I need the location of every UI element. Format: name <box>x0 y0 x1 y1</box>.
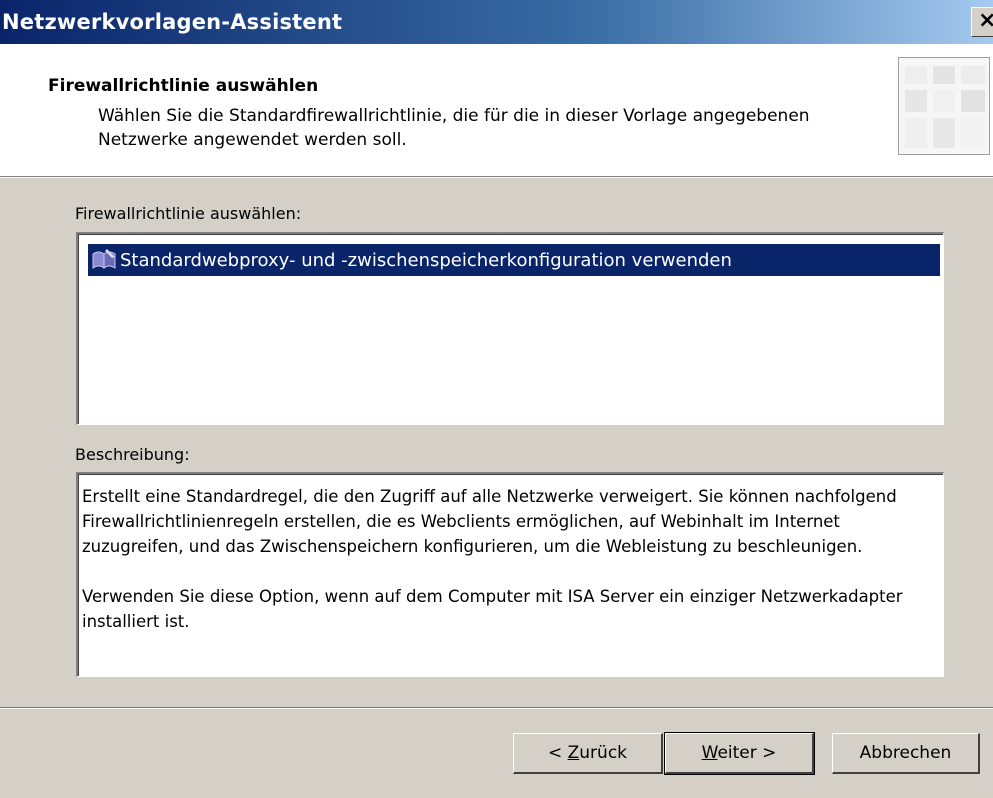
next-button-mnemonic: W <box>701 742 718 763</box>
description-paragraph-1: Erstellt eine Standardregel, die den Zug… <box>82 487 897 556</box>
wizard-header-graphic <box>898 57 990 155</box>
header-divider <box>0 177 993 178</box>
description-text-box: Erstellt eine Standardregel, die den Zug… <box>76 472 944 677</box>
next-button[interactable]: Weiter > <box>664 732 815 775</box>
back-button-label: urück <box>579 742 628 763</box>
list-item-label: Standardwebproxy- und -zwischenspeicherk… <box>120 249 732 271</box>
back-button-prefix: < <box>547 742 568 763</box>
wizard-header: Firewallrichtlinie auswählen Wählen Sie … <box>0 44 993 177</box>
page-subtitle: Wählen Sie die Standardfirewallrichtlini… <box>98 106 810 150</box>
close-icon: × <box>978 8 993 33</box>
page-title: Firewallrichtlinie auswählen <box>48 76 319 96</box>
back-button-mnemonic: Z <box>567 742 580 763</box>
policy-list-label: Firewallrichtlinie auswählen: <box>75 204 302 223</box>
list-item[interactable]: Standardwebproxy- und -zwischenspeicherk… <box>88 244 940 276</box>
description-label: Beschreibung: <box>75 445 190 464</box>
window-title: Netzwerkvorlagen-Assistent <box>2 10 343 34</box>
description-paragraph-2: Verwenden Sie diese Option, wenn auf dem… <box>82 587 903 631</box>
next-button-label: eiter > <box>717 742 777 763</box>
cancel-button[interactable]: Abbrechen <box>832 733 980 774</box>
policy-listbox[interactable]: Standardwebproxy- und -zwischenspeicherk… <box>76 232 944 425</box>
title-bar: Netzwerkvorlagen-Assistent × <box>0 0 993 44</box>
firewall-policy-icon <box>90 246 118 274</box>
close-button[interactable]: × <box>971 7 993 37</box>
button-separator <box>0 707 993 709</box>
back-button[interactable]: < Zurück <box>513 733 663 774</box>
